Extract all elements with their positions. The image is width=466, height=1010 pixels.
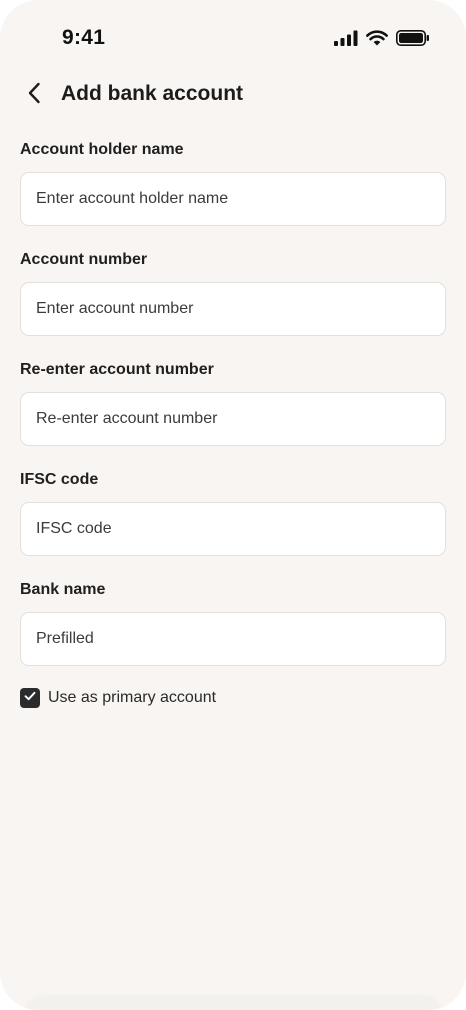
back-button[interactable] xyxy=(18,78,52,112)
ifsc-code-label: IFSC code xyxy=(20,471,99,488)
status-bar: 9:41 xyxy=(0,0,466,72)
bank-account-form: Account holder name Account number Re-en… xyxy=(20,140,446,708)
bank-name-input[interactable] xyxy=(20,612,446,666)
account-holder-name-field: Account holder name xyxy=(20,140,446,226)
ifsc-code-field: IFSC code xyxy=(20,470,446,556)
account-number-input[interactable] xyxy=(20,282,446,336)
account-holder-name-input[interactable] xyxy=(20,172,446,226)
primary-account-checkbox-label: Use as primary account xyxy=(48,689,217,706)
primary-account-checkbox-row[interactable]: Use as primary account xyxy=(20,688,446,708)
reenter-account-number-input[interactable] xyxy=(20,392,446,446)
bottom-sheet-edge xyxy=(24,998,442,1010)
ifsc-code-input[interactable] xyxy=(20,502,446,556)
checkmark-icon xyxy=(23,689,37,708)
reenter-account-number-field: Re-enter account number xyxy=(20,360,446,446)
reenter-account-number-label: Re-enter account number xyxy=(20,361,214,378)
battery-icon xyxy=(396,30,430,46)
status-time: 9:41 xyxy=(62,26,106,49)
bank-name-field: Bank name xyxy=(20,580,446,666)
account-holder-name-label: Account holder name xyxy=(20,141,184,158)
bank-name-label: Bank name xyxy=(20,581,106,598)
chevron-left-icon xyxy=(26,81,44,110)
account-number-label: Account number xyxy=(20,251,148,268)
wifi-icon xyxy=(366,30,388,46)
status-icons xyxy=(334,30,430,46)
header: Add bank account xyxy=(0,72,466,120)
page-title: Add bank account xyxy=(61,82,244,105)
account-number-field: Account number xyxy=(20,250,446,336)
primary-account-checkbox[interactable] xyxy=(20,688,40,708)
cellular-signal-icon xyxy=(334,30,358,46)
phone-screen: 9:41 Add bank account Account holder nam… xyxy=(0,0,466,1010)
